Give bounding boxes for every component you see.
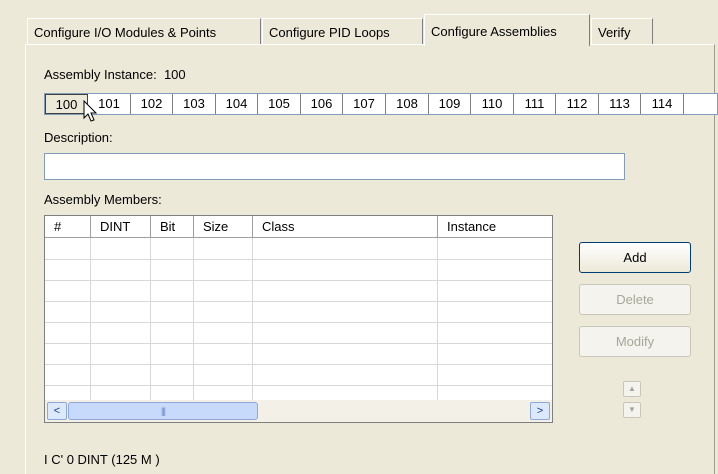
add-button[interactable]: Add bbox=[579, 242, 691, 273]
instance-cell-108[interactable]: 108 bbox=[386, 94, 429, 114]
modify-button[interactable]: Modify bbox=[579, 326, 691, 357]
instance-cell-100[interactable]: 100 bbox=[45, 94, 88, 114]
instance-cell-109[interactable]: 109 bbox=[429, 94, 471, 114]
instance-strip: 100 101 102 103 104 105 106 107 108 109 … bbox=[44, 93, 718, 115]
assembly-instance-caption: Assembly Instance: bbox=[44, 67, 157, 82]
column-header-instance[interactable]: Instance bbox=[438, 216, 552, 238]
instance-cell-107[interactable]: 107 bbox=[343, 94, 386, 114]
tab-label: Configure PID Loops bbox=[269, 25, 390, 40]
move-down-icon[interactable]: ▼ bbox=[623, 402, 641, 418]
instance-cell-106[interactable]: 106 bbox=[301, 94, 343, 114]
assembly-members-label: Assembly Members: bbox=[44, 192, 162, 207]
instance-cell-102[interactable]: 102 bbox=[131, 94, 173, 114]
tab-configure-assemblies[interactable]: Configure Assemblies bbox=[424, 14, 590, 46]
horizontal-scrollbar[interactable]: < ||| > bbox=[45, 400, 552, 422]
assembly-instance-value: 100 bbox=[163, 67, 186, 82]
grid-line bbox=[193, 238, 194, 400]
tab-verify[interactable]: Verify bbox=[591, 18, 653, 44]
instance-cell-110[interactable]: 110 bbox=[471, 94, 514, 114]
column-header-size[interactable]: Size bbox=[194, 216, 253, 238]
tab-configure-pid-loops[interactable]: Configure PID Loops bbox=[262, 18, 423, 44]
tab-configure-io-modules[interactable]: Configure I/O Modules & Points bbox=[27, 18, 261, 44]
instance-cell-112[interactable]: 112 bbox=[556, 94, 599, 114]
grid-line bbox=[150, 238, 151, 400]
table-header: # DINT Bit Size Class Instance bbox=[45, 216, 552, 238]
delete-button[interactable]: Delete bbox=[579, 284, 691, 315]
grid-line bbox=[45, 385, 552, 386]
tab-label: Configure Assemblies bbox=[431, 24, 557, 39]
scroll-left-icon[interactable]: < bbox=[47, 402, 67, 420]
instance-cell-111[interactable]: 111 bbox=[514, 94, 556, 114]
grid-line bbox=[252, 238, 253, 400]
scroll-thumb[interactable]: ||| bbox=[68, 402, 258, 420]
grid-line bbox=[437, 238, 438, 400]
instance-cell-105[interactable]: 105 bbox=[258, 94, 301, 114]
grid-line bbox=[45, 364, 552, 365]
column-header-class[interactable]: Class bbox=[253, 216, 438, 238]
grid-line bbox=[45, 343, 552, 344]
grip-icon: ||| bbox=[160, 406, 166, 416]
instance-cell-103[interactable]: 103 bbox=[173, 94, 216, 114]
grid-line bbox=[45, 259, 552, 260]
mouse-pointer-icon bbox=[83, 100, 98, 122]
column-header-bit[interactable]: Bit bbox=[151, 216, 194, 238]
column-header-number[interactable]: # bbox=[45, 216, 91, 238]
assembly-instance-label: Assembly Instance: 100 bbox=[44, 67, 186, 82]
grid-line bbox=[45, 322, 552, 323]
assembly-members-table[interactable]: # DINT Bit Size Class Instance < ||| > bbox=[44, 215, 553, 423]
grid-line bbox=[45, 301, 552, 302]
assembly-size-status: I C' 0 DINT (125 M ) bbox=[44, 452, 160, 467]
instance-cell-114[interactable]: 114 bbox=[641, 94, 684, 114]
move-up-icon[interactable]: ▲ bbox=[623, 381, 641, 397]
scroll-right-icon[interactable]: > bbox=[530, 402, 550, 420]
description-label: Description: bbox=[44, 130, 113, 145]
description-field[interactable] bbox=[44, 153, 625, 180]
column-header-dint[interactable]: DINT bbox=[91, 216, 151, 238]
grid-line bbox=[90, 238, 91, 400]
instance-cell-113[interactable]: 113 bbox=[599, 94, 641, 114]
instance-cell-104[interactable]: 104 bbox=[216, 94, 258, 114]
tab-label: Configure I/O Modules & Points bbox=[34, 25, 217, 40]
tab-label: Verify bbox=[598, 25, 631, 40]
grid-line bbox=[45, 280, 552, 281]
